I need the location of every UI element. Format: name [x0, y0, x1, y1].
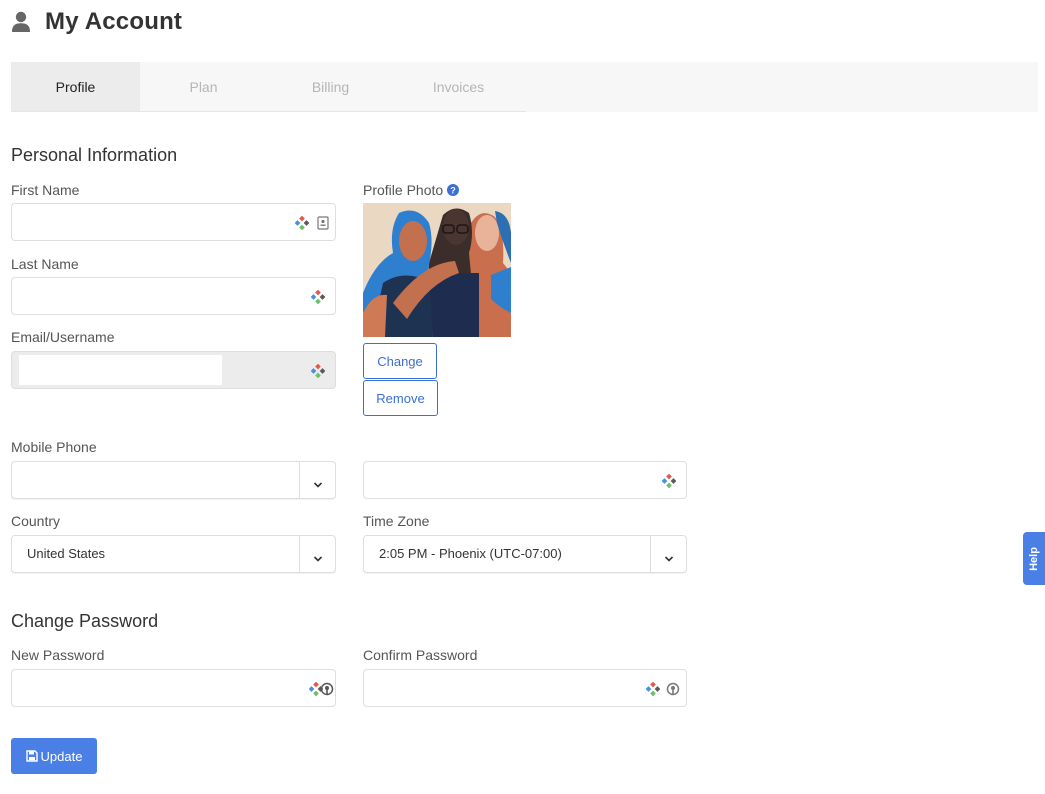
change-photo-button[interactable]: Change [363, 343, 437, 379]
svg-text:?: ? [450, 185, 456, 195]
chevron-down-icon [313, 476, 323, 488]
last-name-field[interactable] [11, 277, 336, 315]
help-tab-label: Help [1028, 546, 1040, 571]
select-divider [299, 536, 300, 572]
question-circle-icon[interactable]: ? [447, 183, 460, 196]
tab-profile[interactable]: Profile [11, 62, 140, 112]
tab-invoices[interactable]: Invoices [394, 62, 523, 112]
autofill-extension-icon[interactable] [646, 682, 660, 696]
first-name-label: First Name [11, 182, 80, 198]
country-value: United States [27, 546, 106, 561]
tab-billing[interactable]: Billing [266, 62, 395, 112]
tab-plan[interactable]: Plan [139, 62, 268, 112]
profile-photo [363, 203, 511, 337]
confirm-password-label: Confirm Password [363, 647, 478, 663]
tabs-bar: Profile Plan Billing Invoices [11, 62, 1038, 112]
last-name-label: Last Name [11, 256, 79, 272]
autofill-extension-icon[interactable] [662, 474, 676, 488]
update-button[interactable]: Update [11, 738, 97, 774]
profile-photo-label-text: Profile Photo [363, 182, 444, 198]
update-button-label: Update [40, 748, 83, 764]
mobile-phone-label: Mobile Phone [11, 439, 97, 455]
personal-information-heading: Personal Information [11, 145, 178, 165]
phone-country-code-select[interactable] [11, 461, 336, 499]
select-divider [650, 536, 651, 572]
new-password-field[interactable] [11, 669, 336, 707]
chevron-down-icon [664, 550, 674, 562]
autofill-extension-icon[interactable] [311, 364, 325, 378]
new-password-label: New Password [11, 647, 105, 663]
time-zone-select[interactable]: 2:05 PM - Phoenix (UTC-07:00) [363, 535, 687, 573]
contact-card-icon[interactable] [317, 216, 329, 230]
select-divider [299, 462, 300, 498]
country-label: Country [11, 513, 61, 529]
page-header: My Account [11, 6, 182, 38]
first-name-field[interactable] [11, 203, 336, 241]
autofill-extension-icon[interactable] [295, 216, 309, 230]
chevron-down-icon [313, 550, 323, 562]
profile-photo-label: Profile Photo? [363, 182, 460, 198]
tabs-divider [11, 111, 526, 112]
help-tab[interactable]: Help [1023, 532, 1045, 585]
change-password-heading: Change Password [11, 611, 159, 631]
time-zone-value: 2:05 PM - Phoenix (UTC-07:00) [379, 546, 562, 561]
country-select[interactable]: United States [11, 535, 336, 573]
confirm-password-field[interactable] [363, 669, 687, 707]
user-icon [11, 11, 31, 33]
time-zone-label: Time Zone [363, 513, 430, 529]
email-label: Email/Username [11, 329, 115, 345]
email-field [11, 351, 336, 389]
autofill-extension-icon[interactable] [311, 290, 325, 304]
remove-photo-button[interactable]: Remove [363, 380, 438, 416]
password-key-icon[interactable] [320, 682, 334, 696]
save-icon [25, 750, 38, 762]
password-key-icon[interactable] [666, 682, 680, 696]
email-value [19, 355, 222, 385]
page-title: My Account [45, 8, 183, 35]
phone-number-field[interactable] [363, 461, 687, 499]
